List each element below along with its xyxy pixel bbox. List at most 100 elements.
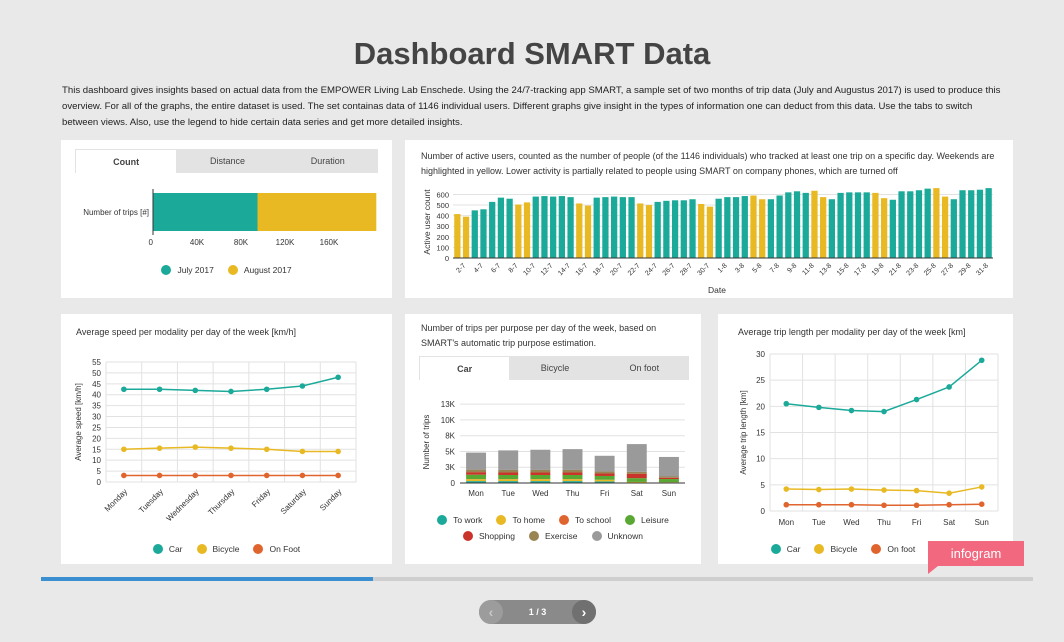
- segment-exercise-mon: [466, 469, 487, 473]
- series-line-car: [786, 359, 983, 413]
- legend-swatch: [253, 544, 264, 554]
- infogram-badge-tail: [928, 566, 938, 574]
- legend-label: On Foot: [269, 544, 301, 554]
- segment-leisure-mon: [466, 474, 487, 480]
- segment-unknown-fri: [594, 455, 615, 472]
- point-bicycle: [156, 445, 163, 451]
- y-tick-label: 13K: [441, 400, 456, 409]
- prev-page-button[interactable]: ‹: [479, 600, 503, 624]
- x-tick-label: 26-7: [662, 262, 677, 277]
- x-tick-label: 30-7: [696, 262, 711, 277]
- legend-item-to-home[interactable]: To home: [496, 515, 545, 525]
- x-tick-label: Sunday: [318, 487, 344, 513]
- purpose-panel: Number of trips per purpose per day of t…: [405, 314, 701, 564]
- bar-28-8: [959, 190, 966, 258]
- point-bicycle: [228, 445, 234, 451]
- segment-unknown-tue: [498, 450, 519, 470]
- point-car: [913, 396, 920, 403]
- y-tick-label: 200: [436, 233, 449, 242]
- segment-shopping-sat: [626, 473, 647, 479]
- bar-26-7: [671, 200, 679, 258]
- legend-item-on-foot[interactable]: On Foot: [253, 544, 300, 554]
- x-tick-label: 23-8: [906, 262, 921, 277]
- point-on-foot: [299, 472, 306, 479]
- x-tick-label: 20-7: [609, 262, 624, 277]
- legend-swatch: [437, 515, 448, 525]
- legend-item-bicycle[interactable]: Bicycle: [814, 544, 857, 554]
- x-tick-label: 2-7: [455, 262, 467, 274]
- y-tick-label: 40: [92, 391, 101, 400]
- trips-legend: July 2017 August 2017: [61, 265, 392, 281]
- bar-22-7: [637, 203, 644, 258]
- bar-8-8: [785, 192, 792, 258]
- bar-7-8: [776, 195, 783, 258]
- segment-exercise-sun: [658, 476, 679, 478]
- bar-3-7: [471, 210, 478, 258]
- segment-leisure-fri: [594, 475, 615, 480]
- point-bicycle: [783, 486, 790, 492]
- point-car: [192, 387, 199, 394]
- x-tick-label: 16-7: [575, 262, 590, 277]
- legend-item-to-work[interactable]: To work: [437, 515, 482, 525]
- x-tick-label: Sat: [631, 489, 644, 498]
- legend-swatch: [814, 544, 825, 554]
- bar-5-7: [489, 201, 496, 258]
- segment-to-home-mon: [466, 479, 487, 482]
- point-bicycle: [816, 486, 822, 493]
- legend-swatch: [227, 265, 238, 275]
- pager: ‹ 1 / 3 ›: [479, 600, 596, 624]
- y-tick-label: 300: [436, 222, 449, 231]
- bar-10-7: [532, 196, 539, 258]
- legend-item-shopping[interactable]: Shopping: [463, 531, 515, 541]
- segment-leisure-tue: [498, 474, 519, 480]
- x-tick-label: Monday: [103, 487, 129, 513]
- page-title: Dashboard SMART Data: [353, 36, 711, 71]
- length-line-chart: 0 5 10 15 20 25 30 Mon Tue Wed Thu Fri Sat Sun Average…: [739, 350, 999, 527]
- legend-item-leisure[interactable]: Leisure: [624, 515, 669, 525]
- y-tick-label: 3K: [445, 463, 455, 472]
- x-tick-label: 21-8: [888, 262, 903, 277]
- bar-29-7: [698, 204, 705, 258]
- point-bicycle: [192, 444, 199, 450]
- infogram-badge[interactable]: infogram: [928, 541, 1024, 566]
- bar-2-8: [732, 197, 740, 258]
- point-car: [946, 384, 952, 390]
- x-tick-label: Tue: [501, 489, 515, 498]
- y-axis-title: Active user count: [422, 189, 432, 255]
- bar-12-7: [550, 196, 557, 258]
- legend-item-august-2017[interactable]: August 2017: [227, 265, 292, 275]
- segment-leisure-wed: [530, 474, 551, 480]
- bar-21-8: [898, 191, 905, 258]
- legend-item-to-school[interactable]: To school: [559, 515, 611, 525]
- bar-2-7: [462, 216, 470, 258]
- x-tick-label: 1-8: [717, 262, 729, 274]
- point-bicycle: [946, 490, 952, 497]
- x-tick-label: Tue: [812, 518, 826, 527]
- legend-item-car[interactable]: Car: [152, 544, 183, 554]
- point-car: [848, 407, 855, 414]
- point-bicycle: [121, 446, 127, 453]
- legend-item-exercise[interactable]: Exercise: [528, 531, 578, 541]
- page-indicator: 1 / 3: [528, 607, 547, 617]
- legend-item-car[interactable]: Car: [770, 544, 800, 554]
- legend-item-unknown[interactable]: Unknown: [591, 531, 643, 541]
- legend-item-bicycle[interactable]: Bicycle: [196, 544, 239, 554]
- point-on-foot: [816, 501, 822, 508]
- progress-bar: [41, 577, 1033, 581]
- legend-item-on-foot[interactable]: On foot: [871, 544, 915, 554]
- x-tick-label: Sun: [975, 518, 989, 527]
- bar-11-7: [541, 196, 548, 258]
- next-page-button[interactable]: ›: [571, 600, 596, 624]
- segment-to-home-wed: [530, 479, 551, 482]
- x-tick-label: 7-8: [769, 262, 781, 274]
- bar-27-8: [950, 199, 957, 258]
- bar-28-7: [689, 199, 696, 258]
- bar-26-8: [941, 196, 949, 258]
- segment-unknown-sun: [658, 456, 679, 477]
- bar-20-7: [619, 197, 626, 258]
- bar-18-8: [872, 192, 879, 258]
- y-tick-label: 15: [756, 429, 765, 438]
- x-tick-label: 28-7: [679, 262, 694, 277]
- x-tick-label: 18-7: [592, 262, 607, 277]
- legend-item-july-2017[interactable]: July 2017: [161, 265, 214, 275]
